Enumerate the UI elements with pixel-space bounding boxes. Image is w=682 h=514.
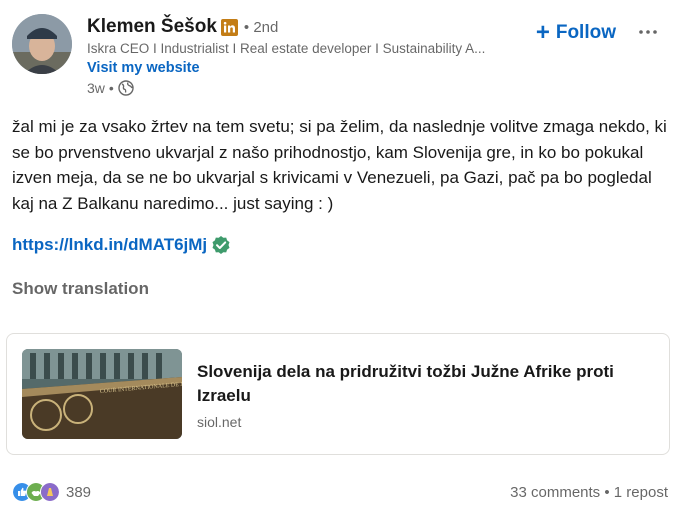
article-card[interactable]: COUR INTERNATIONALE DE JUSTICE Slovenija… [6, 333, 670, 455]
post-header: Klemen Šešok • 2nd Iskra CEO I Industria… [12, 12, 670, 100]
author-name-row: Klemen Šešok • 2nd [87, 16, 278, 38]
follow-label: Follow [555, 22, 616, 43]
post-meta: 3w • [87, 80, 134, 96]
post-time: 3w [87, 80, 105, 96]
post-link-row: https://lnkd.in/dMAT6jMj [12, 235, 231, 255]
reactions-count[interactable]: 389 [66, 484, 91, 501]
engagement-stats: 33 comments • 1 repost [510, 484, 668, 501]
author-name[interactable]: Klemen Šešok [87, 16, 217, 38]
social-counts-bar: 389 33 comments • 1 repost [12, 480, 668, 504]
meta-separator: • [108, 80, 114, 96]
reactions[interactable]: 389 [12, 482, 91, 502]
more-horizontal-icon[interactable] [636, 20, 660, 44]
follow-button[interactable]: + Follow [535, 19, 616, 46]
comments-count[interactable]: 33 comments [510, 484, 600, 501]
plus-icon: + [535, 19, 550, 46]
avatar[interactable] [12, 14, 72, 74]
post-text: žal mi je za vsako žrtev na tem svetu; s… [12, 117, 667, 213]
linkedin-badge-icon [220, 18, 238, 36]
stats-separator: • [604, 483, 610, 501]
reposts-count[interactable]: 1 repost [614, 484, 668, 501]
connection-degree: • 2nd [243, 18, 279, 36]
website-link[interactable]: Visit my website [87, 60, 200, 76]
article-thumbnail: COUR INTERNATIONALE DE JUSTICE [22, 349, 182, 439]
author-headline: Iskra CEO I Industrialist I Real estate … [87, 41, 486, 56]
article-title[interactable]: Slovenija dela na pridružitvi tožbi Južn… [197, 360, 627, 408]
show-translation-button[interactable]: Show translation [12, 279, 149, 299]
article-source: siol.net [197, 414, 242, 430]
globe-icon [118, 80, 134, 96]
celebrate-icon [40, 482, 60, 502]
verified-check-icon [212, 236, 230, 254]
post-link[interactable]: https://lnkd.in/dMAT6jMj [12, 235, 207, 255]
